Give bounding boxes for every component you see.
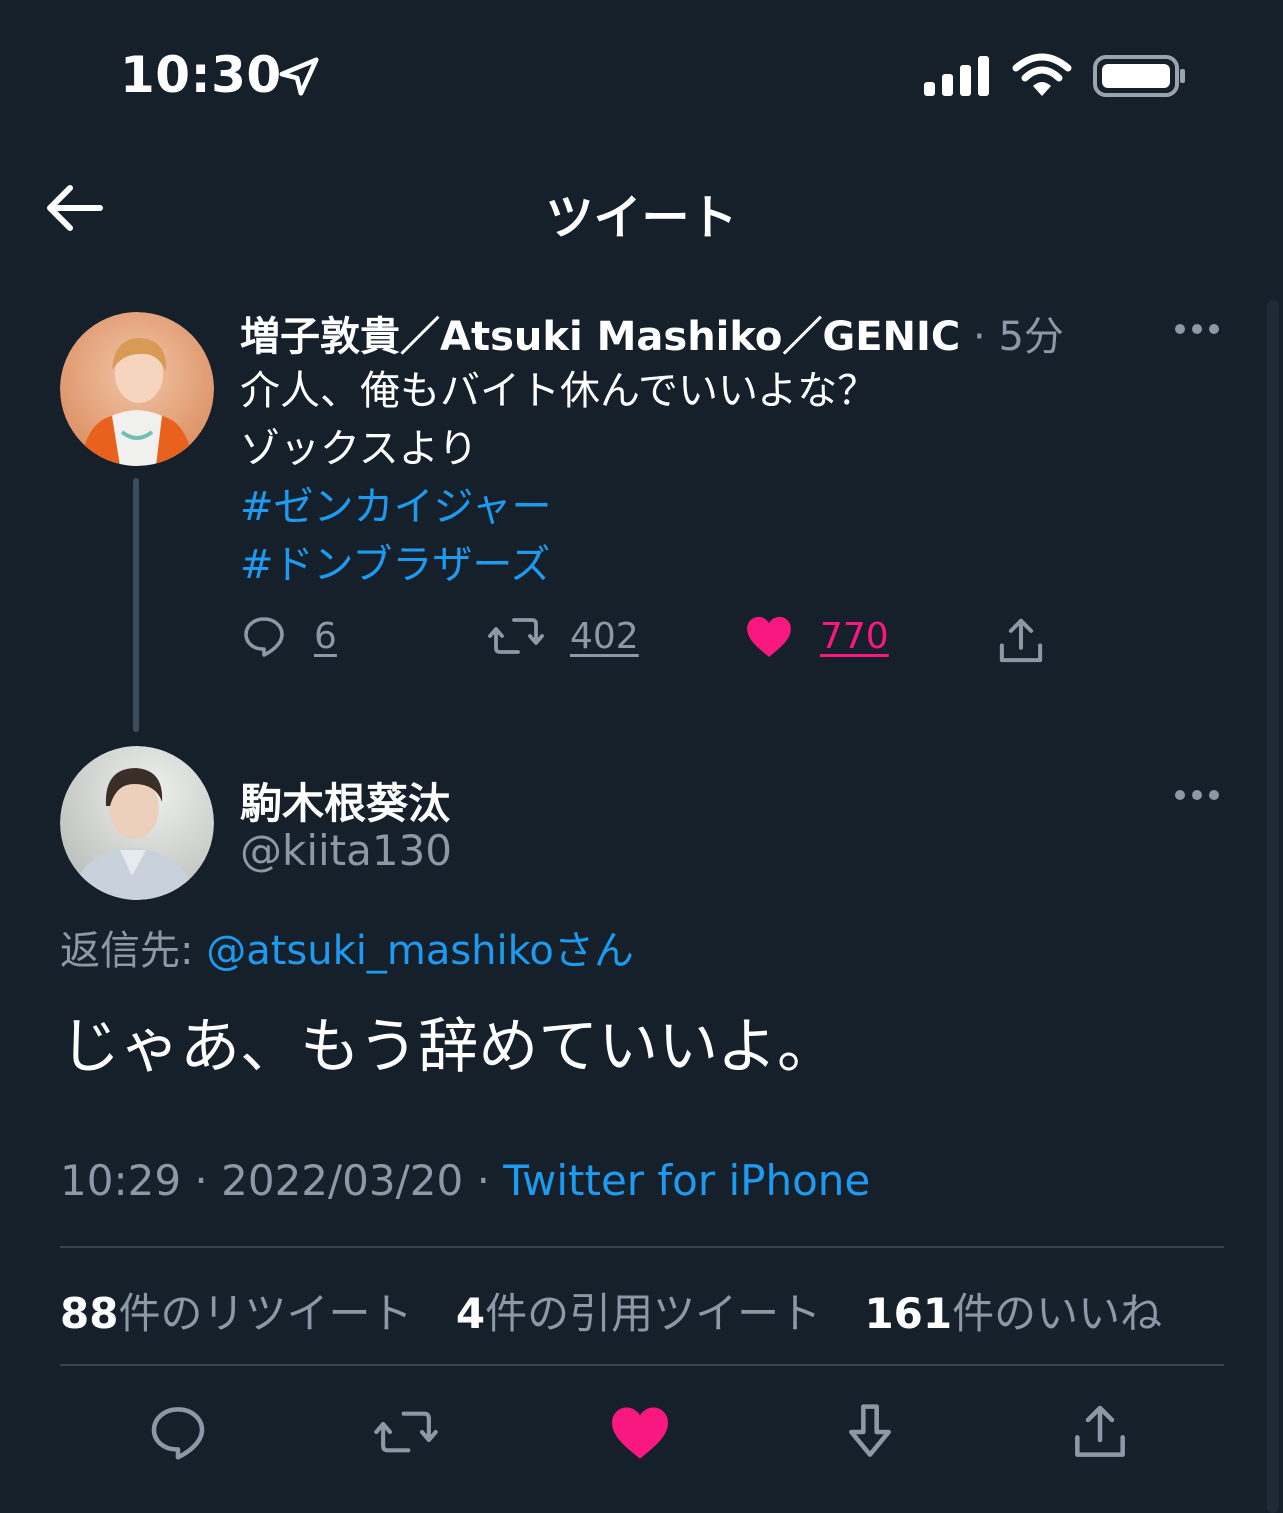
like-total: 161 (864, 1289, 953, 1338)
tweet-line: 介人、俺もバイト休んでいいよな？ (240, 368, 878, 414)
retweet-stat-label: 件のリツイート (118, 1289, 413, 1338)
more-options-icon[interactable] (1174, 788, 1220, 802)
retweet-total: 88 (60, 1289, 119, 1338)
more-options-icon[interactable] (1174, 322, 1220, 336)
tweet-text: じゃあ、もう辞めていいよ。 (60, 1012, 837, 1082)
tweet-source-link[interactable]: Twitter for iPhone (503, 1156, 870, 1205)
retweet-stat[interactable]: 88件のリツイート (60, 1289, 412, 1338)
hashtag-link[interactable]: #ゼンカイジャー (240, 478, 877, 536)
replying-to: 返信先: @atsuki_mashikoさん (60, 918, 634, 976)
like-stat[interactable]: 161件のいいね (864, 1289, 1162, 1338)
like-stat-label: 件のいいね (952, 1289, 1163, 1338)
reply-prefix: 返信先: (60, 928, 207, 974)
cellular-signal-icon (924, 56, 989, 96)
separator: · (476, 1156, 490, 1205)
like-count[interactable]: 770 (820, 616, 889, 657)
wifi-icon (1012, 53, 1072, 96)
tweet-line: ゾックスより (240, 426, 478, 472)
quote-stat-label: 件の引用ツイート (485, 1289, 822, 1338)
tweet-meta: 10:29 · 2022/03/20 · Twitter for iPhone (60, 1156, 870, 1205)
location-arrow-icon (279, 57, 319, 96)
reply-to-link[interactable]: @atsuki_mashiko (206, 928, 554, 974)
avatar[interactable] (60, 312, 214, 466)
quote-stat[interactable]: 4件の引用ツイート (456, 1289, 821, 1338)
timestamp[interactable]: 5分 (998, 314, 1063, 360)
divider (60, 1364, 1224, 1366)
share-button[interactable] (994, 614, 1074, 668)
status-time: 10:30 (120, 46, 282, 104)
thread-line (133, 478, 139, 732)
tweet-stats: 88件のリツイート 4件の引用ツイート 161件のいいね (60, 1280, 1192, 1341)
reply-suffix: さん (553, 928, 634, 974)
retweet-icon[interactable] (374, 1400, 438, 1464)
tweet-date: 2022/03/20 (221, 1156, 464, 1205)
display-name[interactable]: 増子敦貴／Atsuki Mashiko／GENIC (240, 314, 960, 360)
download-arrow-icon[interactable] (838, 1400, 902, 1464)
hashtag-link[interactable]: #ドンブラザーズ (240, 536, 877, 594)
display-name[interactable]: 駒木根葵汰 (240, 770, 450, 831)
quote-total: 4 (455, 1289, 486, 1338)
separator: · (973, 314, 986, 360)
tweet-text: 介人、俺もバイト休んでいいよな？ ゾックスより #ゼンカイジャー #ドンブラザー… (240, 362, 877, 594)
avatar[interactable] (60, 746, 214, 900)
heart-icon[interactable] (608, 1400, 672, 1464)
reply-icon[interactable] (146, 1400, 210, 1464)
separator: · (194, 1156, 208, 1205)
reply-icon (244, 617, 284, 657)
page-title: ツイート (545, 190, 738, 246)
battery-icon (1093, 55, 1185, 97)
scrollbar[interactable] (1267, 300, 1279, 1513)
like-button[interactable]: 770 (744, 612, 889, 660)
user-handle[interactable]: @kiita130 (240, 826, 452, 875)
share-icon (999, 618, 1043, 663)
reply-button[interactable]: 6 (240, 612, 337, 660)
share-icon[interactable] (1068, 1400, 1132, 1464)
divider (60, 1246, 1224, 1248)
heart-icon (747, 616, 791, 657)
retweet-icon (488, 618, 544, 654)
tweet-header: 増子敦貴／Atsuki Mashiko／GENIC · 5分 (240, 304, 1064, 362)
reply-count[interactable]: 6 (314, 616, 337, 657)
retweet-button[interactable]: 402 (488, 612, 639, 660)
retweet-count[interactable]: 402 (570, 616, 639, 657)
tweet-time: 10:29 (60, 1156, 182, 1205)
